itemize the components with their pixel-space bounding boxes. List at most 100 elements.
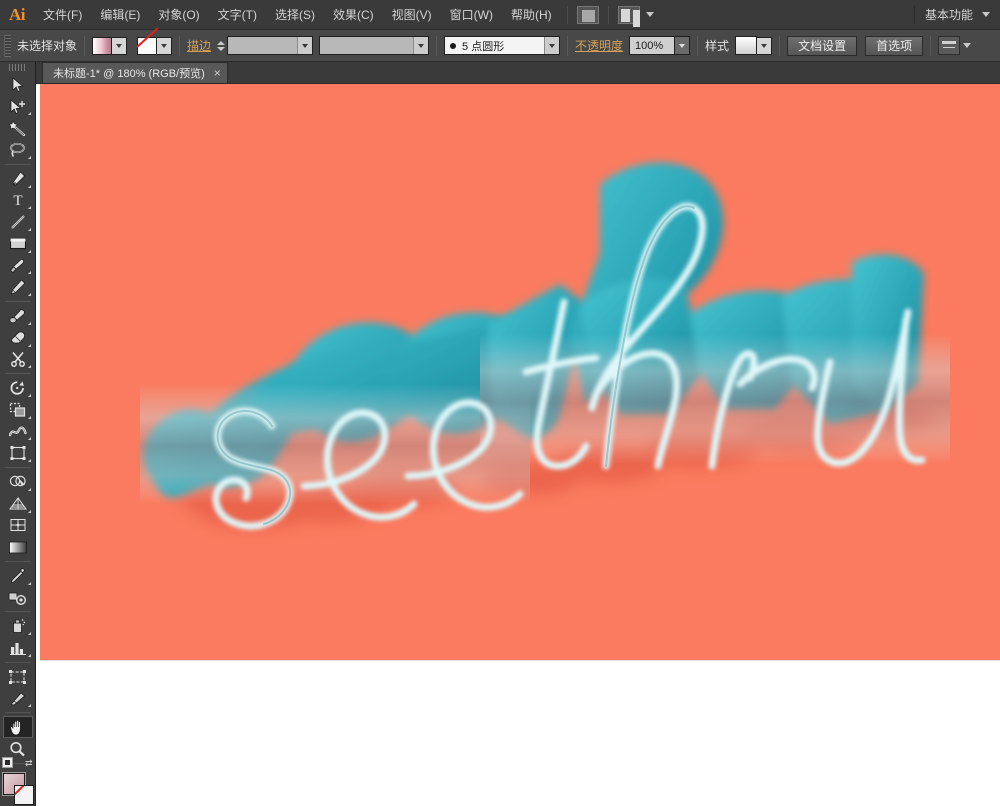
stroke-none-swatch[interactable]	[13, 785, 34, 806]
paintbrush-tool[interactable]	[3, 255, 33, 277]
tool-group-indicator	[27, 487, 31, 491]
menu-select[interactable]: 选择(S)	[266, 0, 324, 30]
blob-brush-tool[interactable]	[3, 305, 33, 327]
svg-text:T: T	[13, 193, 22, 208]
stroke-swatch[interactable]	[137, 36, 158, 55]
brush-definition-dropdown[interactable]	[544, 37, 560, 54]
magic-wand-tool[interactable]	[3, 117, 33, 139]
tool-divider-6	[4, 611, 31, 613]
type-tool[interactable]: T	[3, 190, 33, 212]
hand-tool[interactable]	[2, 716, 33, 739]
stepper-down-icon[interactable]	[217, 46, 226, 51]
menu-divider	[566, 5, 568, 24]
menu-window[interactable]: 窗口(W)	[441, 0, 502, 30]
stroke-weight-label[interactable]: 描边	[187, 37, 211, 54]
fill-dropdown-button[interactable]	[112, 36, 128, 55]
opacity-dropdown-button[interactable]	[675, 36, 691, 55]
arrange-documents-icon[interactable]	[617, 5, 640, 24]
chevron-down-icon	[679, 43, 686, 48]
document-setup-button[interactable]: 文档设置	[787, 35, 858, 56]
align-chevron-down-icon[interactable]	[963, 43, 972, 48]
workspace-switcher[interactable]: 基本功能	[913, 5, 979, 24]
opacity-input[interactable]: 100%	[629, 36, 676, 55]
chevron-down-icon	[302, 43, 309, 48]
menu-edit[interactable]: 编辑(E)	[91, 0, 149, 30]
stepper-up-icon[interactable]	[217, 40, 226, 45]
slice-tool[interactable]	[3, 688, 33, 710]
brush-definition-select[interactable]: 5 点圆形	[444, 36, 561, 55]
lasso-tool[interactable]	[3, 139, 33, 161]
stroke-weight-dropdown[interactable]	[297, 37, 313, 54]
graphic-style-swatch[interactable]	[735, 36, 758, 55]
color-mode-row: ⇄	[1, 757, 35, 769]
chevron-down-icon	[761, 43, 768, 48]
canvas-area[interactable]	[36, 84, 1000, 806]
line-segment-tool[interactable]	[3, 211, 33, 233]
free-transform-tool[interactable]	[3, 442, 33, 464]
menu-effect[interactable]: 效果(C)	[324, 0, 383, 30]
graphic-style-dropdown[interactable]	[757, 36, 773, 55]
document-tab[interactable]: 未标题-1* @ 180% (RGB/预览) ×	[42, 62, 228, 83]
tool-group-indicator	[27, 206, 31, 210]
graphic-style-control[interactable]	[735, 36, 773, 55]
direct-selection-tool[interactable]	[3, 96, 33, 118]
blend-tool[interactable]	[3, 587, 33, 609]
scissors-tool[interactable]	[3, 349, 33, 371]
menu-help[interactable]: 帮助(H)	[502, 0, 561, 30]
opacity-label[interactable]: 不透明度	[575, 37, 623, 54]
swap-fill-stroke-icon[interactable]: ⇄	[25, 758, 33, 769]
column-graph-tool[interactable]	[3, 637, 33, 659]
cb-divider-3	[436, 35, 438, 56]
chevron-down-icon[interactable]	[645, 12, 654, 17]
control-bar-grip[interactable]	[4, 34, 11, 57]
rotate-tool[interactable]	[3, 377, 33, 399]
tools-panel-grip[interactable]	[8, 64, 27, 71]
fill-control[interactable]	[92, 36, 128, 55]
mesh-tool[interactable]	[3, 515, 33, 537]
tool-group-indicator	[27, 437, 31, 441]
fill-swatch[interactable]	[92, 36, 113, 55]
scale-tool[interactable]	[3, 399, 33, 421]
tool-group-indicator	[27, 184, 31, 188]
document-tab-label: 未标题-1* @ 180% (RGB/预览)	[53, 68, 205, 80]
variable-width-profile-select[interactable]	[319, 36, 430, 55]
stroke-dropdown-button[interactable]	[157, 36, 173, 55]
eraser-tool[interactable]	[3, 327, 33, 349]
chevron-down-icon	[116, 43, 123, 48]
eyedropper-tool[interactable]	[3, 565, 33, 587]
menu-view[interactable]: 视图(V)	[383, 0, 441, 30]
artboard-bottom-edge	[40, 660, 1000, 661]
align-icon[interactable]	[938, 36, 961, 55]
symbol-sprayer-tool[interactable]	[3, 615, 33, 637]
menu-type[interactable]: 文字(T)	[209, 0, 266, 30]
gradient-tool[interactable]	[3, 536, 33, 558]
rectangle-tool[interactable]	[3, 233, 33, 255]
tool-divider-2	[4, 301, 31, 303]
pencil-tool[interactable]	[3, 276, 33, 298]
style-label: 样式	[705, 39, 730, 53]
preferences-button[interactable]: 首选项	[865, 35, 924, 56]
tools-panel: T ⇄	[0, 62, 36, 806]
width-warp-tool[interactable]	[3, 421, 33, 443]
stroke-control[interactable]	[137, 36, 173, 55]
default-fill-stroke-icon[interactable]	[1, 757, 13, 769]
selection-tool[interactable]	[3, 74, 33, 96]
bridge-icon[interactable]	[576, 5, 599, 24]
stroke-weight-stepper[interactable]	[215, 37, 227, 55]
pen-tool[interactable]	[3, 168, 33, 190]
width-profile-dropdown[interactable]	[413, 37, 429, 54]
artboard[interactable]	[40, 84, 1000, 660]
artboard-tool[interactable]	[3, 666, 33, 688]
stroke-weight-input[interactable]	[227, 36, 314, 55]
tool-group-indicator	[27, 343, 31, 347]
document-tab-strip: 未标题-1* @ 180% (RGB/预览) ×	[36, 62, 1000, 84]
menu-object[interactable]: 对象(O)	[149, 0, 208, 30]
tool-group-indicator	[27, 704, 31, 708]
workspace-chevron-down-icon[interactable]	[982, 12, 990, 17]
perspective-grid-tool[interactable]	[3, 493, 33, 515]
shape-builder-tool[interactable]	[3, 471, 33, 493]
menu-divider-2	[607, 5, 609, 24]
close-icon[interactable]: ×	[214, 67, 221, 79]
menu-file[interactable]: 文件(F)	[34, 0, 91, 30]
cb-divider-6	[779, 35, 781, 56]
